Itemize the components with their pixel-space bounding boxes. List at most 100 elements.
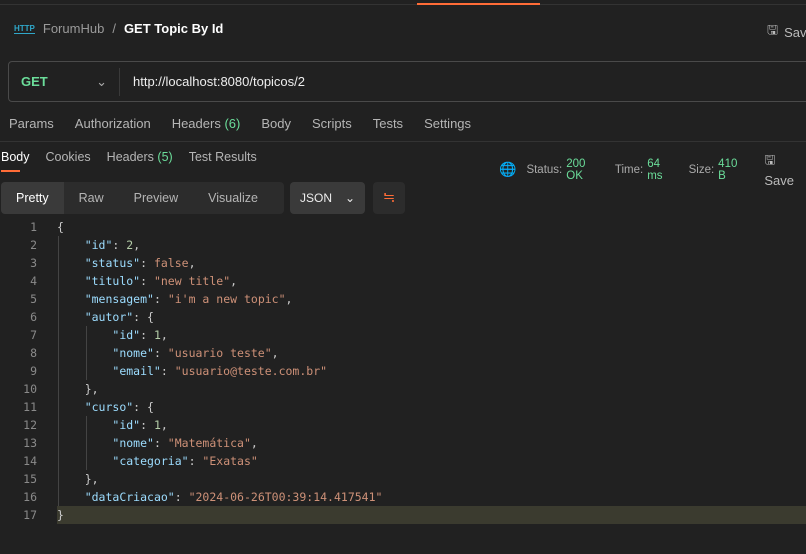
code-token: "id" <box>112 418 141 432</box>
view-preview[interactable]: Preview <box>119 182 193 214</box>
view-pretty[interactable]: Pretty <box>1 182 64 214</box>
response-tab-body[interactable]: Body <box>1 150 30 172</box>
globe-icon[interactable]: 🌐 <box>499 161 516 178</box>
code-line: 5 "mensagem": "i'm a new topic", <box>0 290 806 308</box>
code-token: "dataCriacao" <box>84 490 175 504</box>
code-token: , <box>230 274 238 288</box>
breadcrumb-collection[interactable]: ForumHub <box>43 21 104 36</box>
code-token: "curso" <box>84 400 134 414</box>
response-tab-test-results[interactable]: Test Results <box>189 150 257 164</box>
code-text: "autor": { <box>57 308 154 326</box>
line-number: 4 <box>30 274 37 288</box>
code-token: "Matemática" <box>167 436 251 450</box>
http-icon: HTTP <box>14 23 35 34</box>
save-response-button[interactable]: 🖫 Save <box>764 151 806 188</box>
code-token: "autor" <box>84 310 134 324</box>
response-tabs: Body Cookies Headers (5) Test Results <box>1 150 273 172</box>
tab-headers[interactable]: Headers (6) <box>172 116 241 131</box>
code-token: }, <box>57 472 99 486</box>
code-token: : <box>174 490 189 504</box>
code-token: , <box>160 418 168 432</box>
tab-authorization[interactable]: Authorization <box>75 116 151 131</box>
code-token: "id" <box>84 238 113 252</box>
code-line: 10 }, <box>0 380 806 398</box>
line-number: 1 <box>30 220 37 234</box>
code-text: "nome": "Matemática", <box>57 434 257 452</box>
time-label: Time: <box>614 163 644 176</box>
indent-guide <box>86 416 87 470</box>
tab-settings[interactable]: Settings <box>424 116 471 131</box>
code-token: : <box>153 436 168 450</box>
code-line: 11 "curso": { <box>0 398 806 416</box>
line-number: 8 <box>30 346 37 360</box>
view-visualize[interactable]: Visualize <box>193 182 273 214</box>
code-token: "usuario teste" <box>167 346 272 360</box>
code-token: "status" <box>84 256 141 270</box>
save-icon: 🖫 <box>767 22 779 37</box>
code-text: "nome": "usuario teste", <box>57 344 278 362</box>
tab-scripts[interactable]: Scripts <box>312 116 352 131</box>
response-body-editor[interactable]: 1{2 "id": 2, 3 "status": false, 4 "titulo"… <box>0 218 806 524</box>
code-line: 7 "id": 1, <box>0 326 806 344</box>
code-token: }, <box>57 382 99 396</box>
code-line: 6 "autor": { <box>0 308 806 326</box>
chevron-down-icon: ⌄ <box>344 191 355 205</box>
request-name[interactable]: GET Topic By Id <box>124 21 223 36</box>
response-headers-label: Headers <box>106 150 154 164</box>
section-divider <box>0 141 806 142</box>
response-tab-cookies[interactable]: Cookies <box>46 150 91 164</box>
code-text: "id": 1, <box>57 416 168 434</box>
code-token: , <box>285 292 293 306</box>
indent-guide <box>86 326 87 380</box>
line-number: 12 <box>23 418 37 432</box>
code-line: 1{ <box>0 218 806 236</box>
code-token: "categoria" <box>112 454 189 468</box>
url-input[interactable]: http://localhost:8080/topicos/2 <box>120 74 305 89</box>
response-tab-headers[interactable]: Headers (5) <box>107 150 173 164</box>
code-line: 12 "id": 1, <box>0 416 806 434</box>
line-number: 14 <box>23 454 37 468</box>
save-response-label: Save <box>764 173 795 188</box>
tab-tests[interactable]: Tests <box>373 116 403 131</box>
code-token: : <box>140 274 154 288</box>
tab-body[interactable]: Body <box>261 116 291 131</box>
code-text: "categoria": "Exatas" <box>57 452 257 470</box>
code-text: "status": false, <box>57 254 196 272</box>
method-select[interactable]: GET ⌄ <box>9 67 120 96</box>
code-text: "id": 1, <box>57 326 167 344</box>
view-raw[interactable]: Raw <box>64 182 119 214</box>
size-label: Size: <box>688 163 715 176</box>
code-text: "id": 2, <box>57 236 140 254</box>
tab-params[interactable]: Params <box>9 116 54 131</box>
line-number: 5 <box>30 292 37 306</box>
code-token: : <box>188 454 203 468</box>
code-token: "usuario@teste.com.br" <box>174 364 328 378</box>
url-bar: GET ⌄ http://localhost:8080/topicos/2 <box>8 61 806 102</box>
code-token: : <box>153 346 168 360</box>
format-select[interactable]: JSON ⌄ <box>290 182 365 214</box>
wrap-lines-icon[interactable]: ≒ <box>373 182 405 214</box>
code-token: 1 <box>153 418 161 432</box>
code-line: 3 "status": false, <box>0 254 806 272</box>
line-number: 11 <box>23 400 37 414</box>
code-line: 8 "nome": "usuario teste", <box>0 344 806 362</box>
format-label: JSON <box>300 191 333 205</box>
response-meta: 🌐 Status: 200 OK Time: 64 ms Size: 410 B 🖫 … <box>499 151 806 188</box>
code-text: }, <box>57 470 99 488</box>
code-text: { <box>57 218 64 236</box>
save-label: Save <box>784 24 806 40</box>
code-token: "nome" <box>112 346 154 360</box>
breadcrumb: HTTP ForumHub / GET Topic By Id <box>14 21 223 36</box>
save-button[interactable]: 🖫 Save <box>767 21 806 43</box>
code-token: "new title" <box>153 274 231 288</box>
